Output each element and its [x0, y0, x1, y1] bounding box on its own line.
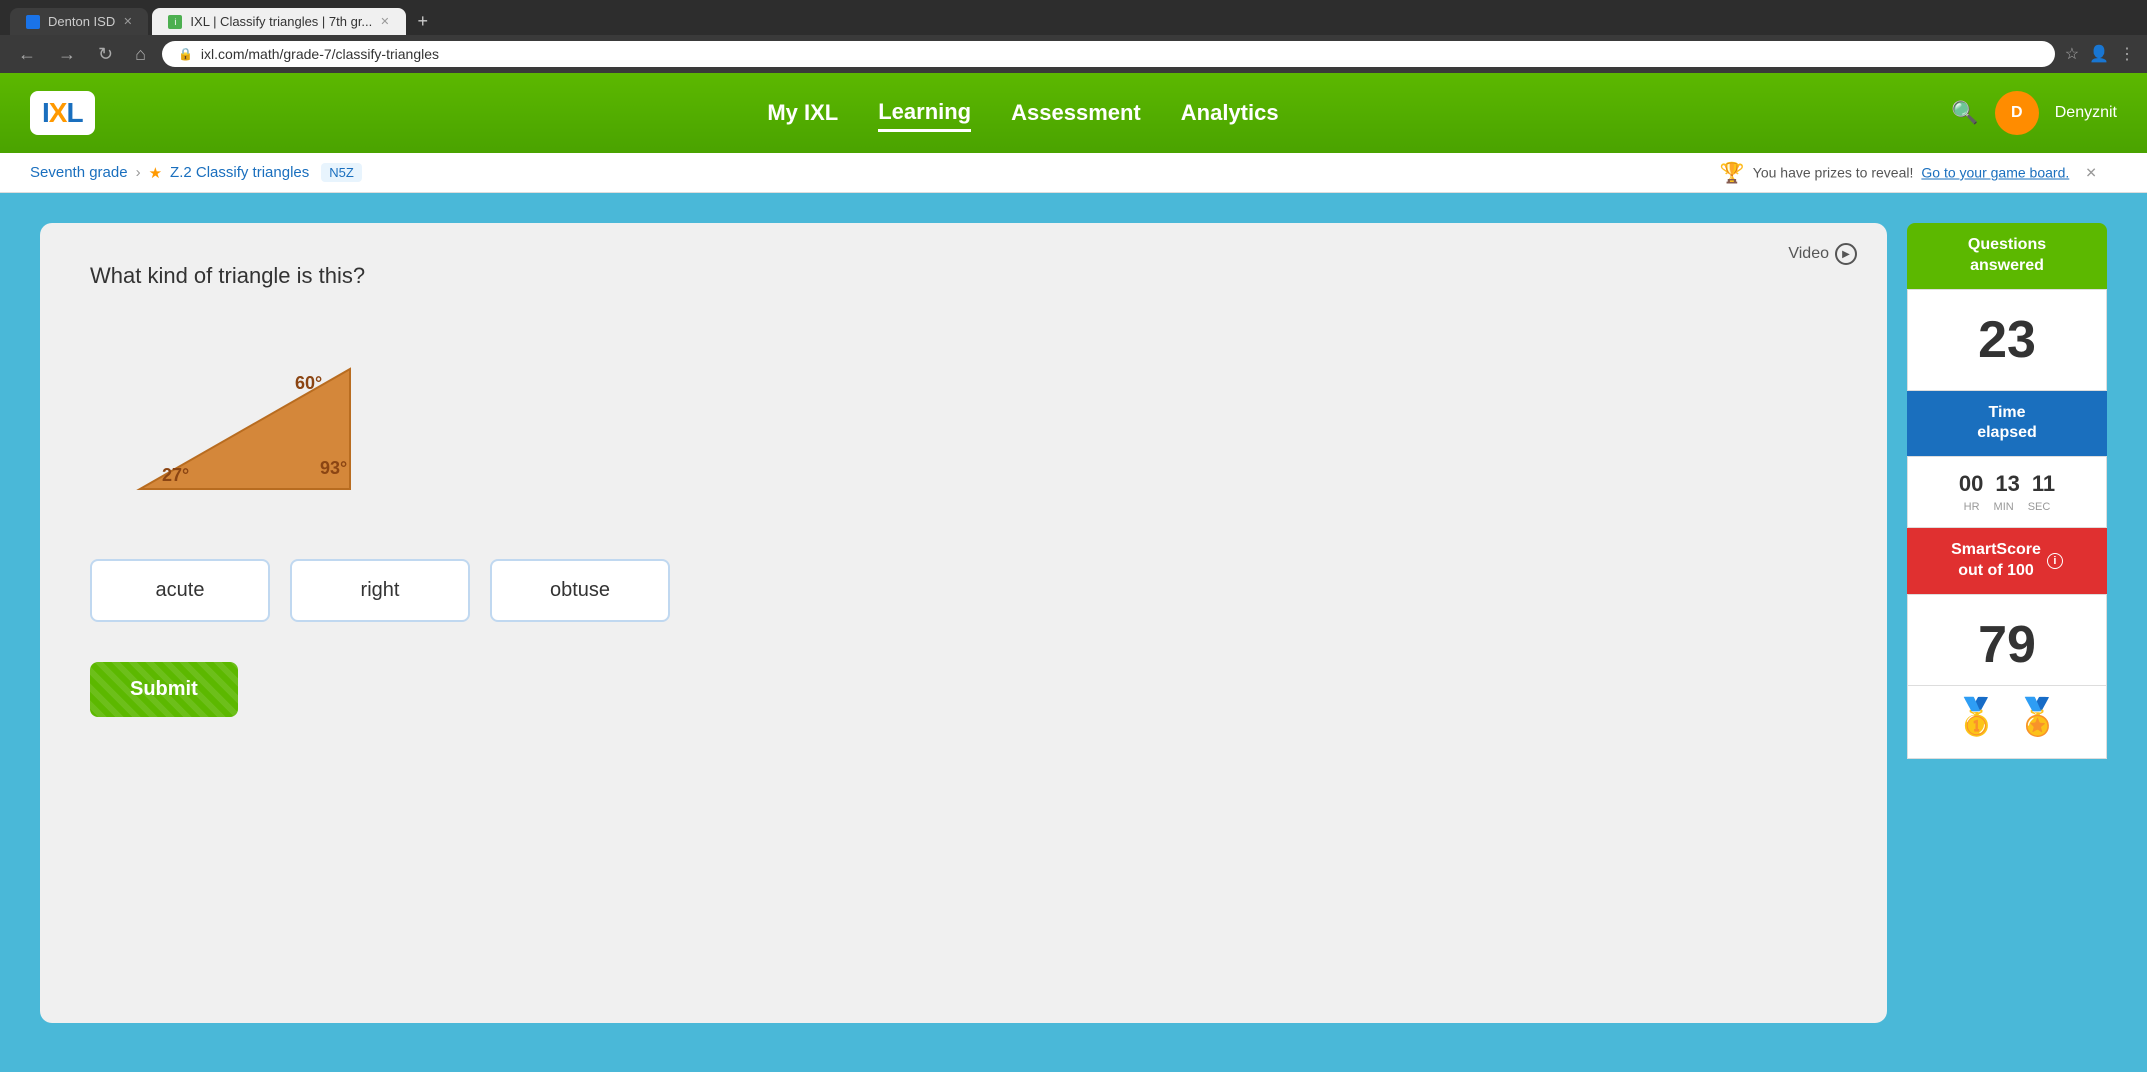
prize-close-button[interactable]: ✕ — [2085, 164, 2097, 181]
smart-score-sublabel: out of 100 — [1958, 562, 2034, 579]
skill-code: N5Z — [321, 163, 362, 182]
nav-analytics[interactable]: Analytics — [1181, 96, 1279, 130]
logo-x: X — [49, 97, 67, 129]
reload-button[interactable]: ↻ — [92, 42, 119, 67]
nav-learning[interactable]: Learning — [878, 95, 971, 132]
right-sidebar: Questionsanswered 23 Timeelapsed 00 13 1… — [1907, 223, 2107, 1023]
gold-medal-icon: 🥇 — [1954, 696, 1999, 738]
angle2-label: 27° — [162, 465, 189, 485]
back-button[interactable]: ← — [12, 42, 42, 67]
answer-acute[interactable]: acute — [90, 559, 270, 622]
nav-assessment[interactable]: Assessment — [1011, 96, 1141, 130]
angle3-label: 93° — [320, 458, 347, 478]
profile-icon[interactable]: 👤 — [2089, 44, 2109, 64]
question-text: What kind of triangle is this? — [90, 263, 1837, 289]
answer-obtuse[interactable]: obtuse — [490, 559, 670, 622]
triangle-svg: 60° 93° 27° — [110, 329, 370, 509]
submit-button[interactable]: Submit — [90, 662, 238, 717]
main-area: Video ▶ What kind of triangle is this? 6… — [0, 193, 2147, 1053]
time-sec: 11 — [2032, 471, 2055, 497]
answer-choices: acute right obtuse — [90, 559, 1837, 622]
questions-count: 23 — [1907, 289, 2107, 391]
tab-inactive[interactable]: Denton ISD ✕ — [10, 8, 148, 35]
smart-score-label: SmartScoreout of 100 — [1951, 540, 2041, 582]
question-card: Video ▶ What kind of triangle is this? 6… — [40, 223, 1887, 1023]
angle1-label: 60° — [295, 373, 322, 393]
blue-medal-icon: 🏅 — [2015, 696, 2060, 738]
video-link[interactable]: Video ▶ — [1788, 243, 1857, 265]
new-tab-button[interactable]: + — [410, 11, 437, 32]
avatar[interactable]: D — [1995, 91, 2039, 135]
video-label: Video — [1788, 245, 1829, 263]
medals-row: 🥇 🏅 — [1907, 686, 2107, 759]
smart-score-info-icon: i — [2047, 553, 2063, 569]
toolbar-right: ☆ 👤 ⋮ — [2065, 44, 2135, 64]
home-button[interactable]: ⌂ — [129, 42, 152, 67]
address-bar[interactable]: 🔒 ixl.com/math/grade-7/classify-triangle… — [162, 41, 2055, 67]
tab-close-ixl[interactable]: ✕ — [380, 15, 389, 28]
hr-label: HR — [1964, 501, 1980, 513]
logo-i: I — [42, 97, 49, 129]
star-icon[interactable]: ★ — [149, 164, 162, 182]
questions-answered-button[interactable]: Questionsanswered — [1907, 223, 2107, 289]
browser-toolbar: ← → ↻ ⌂ 🔒 ixl.com/math/grade-7/classify-… — [0, 35, 2147, 73]
questions-answered-label: Questionsanswered — [1968, 236, 2046, 274]
prize-text: You have prizes to reveal! — [1753, 165, 1914, 181]
tab-label-denton: Denton ISD — [48, 14, 115, 29]
time-numbers: 00 13 11 — [1908, 471, 2106, 497]
tab-active[interactable]: i IXL | Classify triangles | 7th gr... ✕ — [152, 8, 405, 35]
time-elapsed-label: Timeelapsed — [1977, 404, 2037, 442]
user-name[interactable]: Denyznit — [2055, 104, 2117, 122]
browser-tabs: Denton ISD ✕ i IXL | Classify triangles … — [0, 8, 2147, 35]
min-label: MIN — [1994, 501, 2014, 513]
triangle-diagram: 60° 93° 27° — [110, 329, 370, 509]
time-min: 13 — [1995, 471, 2019, 497]
time-hr: 00 — [1959, 471, 1983, 497]
bookmark-icon[interactable]: ☆ — [2065, 44, 2079, 64]
header-right: 🔍 D Denyznit — [1951, 91, 2117, 135]
prize-link[interactable]: Go to your game board. — [1921, 165, 2069, 181]
tab-favicon-denton — [26, 15, 40, 29]
time-labels: HR MIN SEC — [1908, 501, 2106, 521]
tab-close-denton[interactable]: ✕ — [123, 15, 132, 28]
breadcrumb-parent[interactable]: Seventh grade — [30, 164, 128, 181]
browser-chrome: Denton ISD ✕ i IXL | Classify triangles … — [0, 0, 2147, 73]
main-nav: My IXL Learning Assessment Analytics — [135, 95, 1912, 132]
breadcrumb-bar: Seventh grade › ★ Z.2 Classify triangles… — [0, 153, 2147, 193]
breadcrumb-skill[interactable]: Z.2 Classify triangles — [170, 164, 309, 181]
site-header: I X L My IXL Learning Assessment Analyti… — [0, 73, 2147, 153]
answer-right[interactable]: right — [290, 559, 470, 622]
smart-score-value: 79 — [1907, 594, 2107, 686]
video-play-icon: ▶ — [1835, 243, 1857, 265]
trophy-icon: 🏆 — [1720, 160, 1745, 185]
tab-label-ixl: IXL | Classify triangles | 7th gr... — [190, 14, 372, 29]
more-icon[interactable]: ⋮ — [2119, 44, 2135, 64]
address-text: ixl.com/math/grade-7/classify-triangles — [201, 46, 439, 62]
tab-favicon-ixl: i — [168, 15, 182, 29]
prize-banner: 🏆 You have prizes to reveal! Go to your … — [1720, 160, 2097, 185]
breadcrumb-separator: › — [136, 164, 141, 181]
time-elapsed-button[interactable]: Timeelapsed — [1907, 391, 2107, 457]
smart-score-button[interactable]: SmartScoreout of 100 i — [1907, 528, 2107, 594]
time-display: 00 13 11 HR MIN SEC — [1907, 456, 2107, 528]
lock-icon: 🔒 — [178, 47, 193, 61]
sec-label: SEC — [2028, 501, 2051, 513]
logo-l: L — [66, 97, 82, 129]
nav-my-ixl[interactable]: My IXL — [767, 96, 838, 130]
ixl-logo[interactable]: I X L — [30, 91, 95, 135]
forward-button[interactable]: → — [52, 42, 82, 67]
search-button[interactable]: 🔍 — [1951, 100, 1978, 126]
